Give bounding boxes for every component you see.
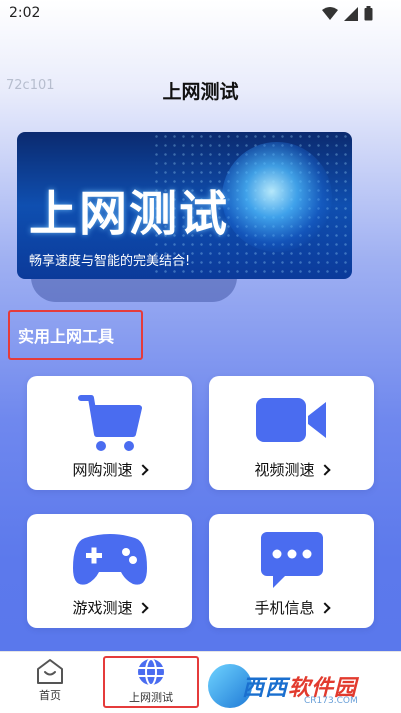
logo-url: CR173.COM bbox=[304, 696, 358, 706]
status-bar: 2:02 bbox=[0, 0, 401, 28]
tab-home[interactable]: 首页 bbox=[10, 652, 90, 713]
chevron-right-icon bbox=[136, 602, 149, 614]
home-icon bbox=[37, 659, 63, 684]
gamepad-icon bbox=[72, 534, 147, 585]
video-camera-icon bbox=[255, 398, 326, 442]
active-tab-highlight bbox=[103, 656, 199, 708]
battery-icon bbox=[364, 6, 373, 21]
chevron-right-icon bbox=[136, 464, 149, 476]
tool-label: 网购测速 bbox=[72, 461, 133, 479]
banner-title: 上网测试 bbox=[29, 186, 230, 242]
chevron-right-icon bbox=[318, 602, 331, 614]
tool-card-video[interactable]: 视频测速 bbox=[209, 376, 374, 490]
tool-card-game[interactable]: 游戏测速 bbox=[27, 514, 192, 628]
banner-subtitle: 畅享速度与智能的完美结合! bbox=[29, 254, 191, 269]
status-time: 2:02 bbox=[9, 5, 41, 21]
tool-label: 手机信息 bbox=[254, 599, 315, 617]
wifi-icon bbox=[322, 6, 338, 20]
chevron-right-icon bbox=[318, 464, 331, 476]
tool-label: 视频测速 bbox=[254, 461, 315, 479]
tool-label: 游戏测速 bbox=[72, 599, 133, 617]
globe-graphic bbox=[222, 142, 332, 252]
cell-signal-icon bbox=[344, 6, 358, 21]
tool-card-shopping[interactable]: 网购测速 bbox=[27, 376, 192, 490]
status-icons bbox=[322, 6, 373, 21]
banner[interactable]: 上网测试 畅享速度与智能的完美结合! bbox=[17, 132, 352, 279]
section-label: 实用上网工具 bbox=[8, 310, 143, 360]
tool-card-phone-info[interactable]: 手机信息 bbox=[209, 514, 374, 628]
site-watermark-logo: 西西软件园 CR173.COM bbox=[208, 660, 398, 708]
logo-text-blue: 西西 bbox=[242, 676, 289, 701]
shopping-cart-icon bbox=[77, 395, 142, 451]
page-title: 上网测试 bbox=[162, 81, 239, 103]
tab-label: 首页 bbox=[39, 689, 61, 702]
chat-bubble-icon bbox=[260, 532, 323, 588]
